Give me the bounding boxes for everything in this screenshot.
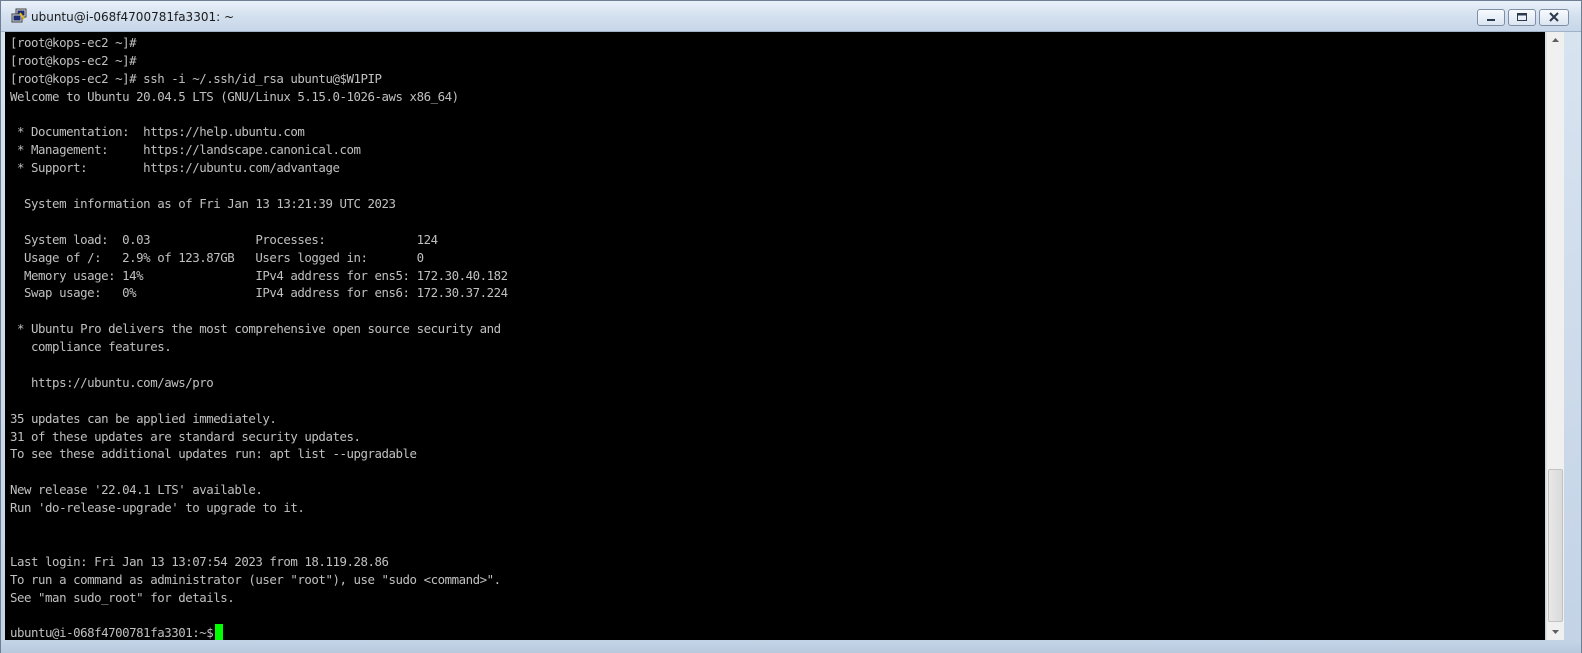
title-bar[interactable]: ubuntu@i-068f4700781fa3301: ~ [1,1,1581,32]
terminal-line: Last login: Fri Jan 13 13:07:54 2023 fro… [10,553,389,569]
terminal-line: System information as of Fri Jan 13 13:2… [10,196,396,212]
terminal-line: * Support: https://ubuntu.com/advantage [10,160,340,176]
terminal-output: [root@kops-ec2 ~]# [root@kops-ec2 ~]# [roo… [10,34,508,640]
scrollbar-thumb[interactable] [1548,469,1563,622]
terminal-line: * Management: https://landscape.canonica… [10,142,361,158]
terminal-window: ubuntu@i-068f4700781fa3301: ~ [root@kops… [0,0,1582,653]
terminal-line: compliance features. [10,339,172,355]
terminal-line: See "man sudo_root" for details. [10,589,235,605]
terminal-line: [root@kops-ec2 ~]# [10,35,137,50]
terminal-screen[interactable]: [root@kops-ec2 ~]# [root@kops-ec2 ~]# [roo… [5,32,1545,640]
terminal-line: Welcome to Ubuntu 20.04.5 LTS (GNU/Linux… [10,88,459,104]
terminal-line: 35 updates can be applied immediately. [10,410,277,426]
maximize-button[interactable] [1508,9,1536,26]
terminal-line: [root@kops-ec2 ~]# ssh -i ~/.ssh/id_rsa … [10,70,382,86]
scroll-down-button[interactable] [1547,623,1564,640]
scroll-up-button[interactable] [1547,32,1564,49]
minimize-button[interactable] [1477,9,1505,26]
terminal-line: https://ubuntu.com/aws/pro [10,374,214,390]
close-icon [1549,12,1559,22]
chevron-up-icon [1552,38,1559,42]
terminal-line: System load: 0.03 Processes: 124 [10,231,438,247]
terminal-line: Swap usage: 0% IPv4 address for ens6: 17… [10,285,508,301]
putty-terminal-icon[interactable] [11,8,27,24]
vertical-scrollbar[interactable] [1546,32,1564,640]
window-bottom-border [1,641,1581,653]
chevron-down-icon [1552,630,1559,634]
shell-prompt: ubuntu@i-068f4700781fa3301:~$ [10,625,214,640]
terminal-line: Memory usage: 14% IPv4 address for ens5:… [10,267,508,283]
maximize-icon [1517,13,1527,21]
terminal-line: Usage of /: 2.9% of 123.87GB Users logge… [10,249,424,265]
close-button[interactable] [1539,9,1569,26]
text-cursor [215,624,224,640]
window-title: ubuntu@i-068f4700781fa3301: ~ [31,10,235,24]
terminal-line: To see these additional updates run: apt… [10,446,417,462]
terminal-line: New release '22.04.1 LTS' available. [10,482,263,498]
terminal-prompt-line[interactable]: ubuntu@i-068f4700781fa3301:~$ [10,624,508,640]
terminal-line: * Ubuntu Pro delivers the most comprehen… [10,321,501,337]
terminal-line: [root@kops-ec2 ~]# [10,52,137,68]
window-controls [1477,9,1569,28]
terminal-line: 31 of these updates are standard securit… [10,428,361,444]
terminal-line: To run a command as administrator (user … [10,571,501,587]
minimize-icon [1487,19,1495,21]
terminal-line: Run 'do-release-upgrade' to upgrade to i… [10,500,305,516]
terminal-line: * Documentation: https://help.ubuntu.com [10,124,305,140]
